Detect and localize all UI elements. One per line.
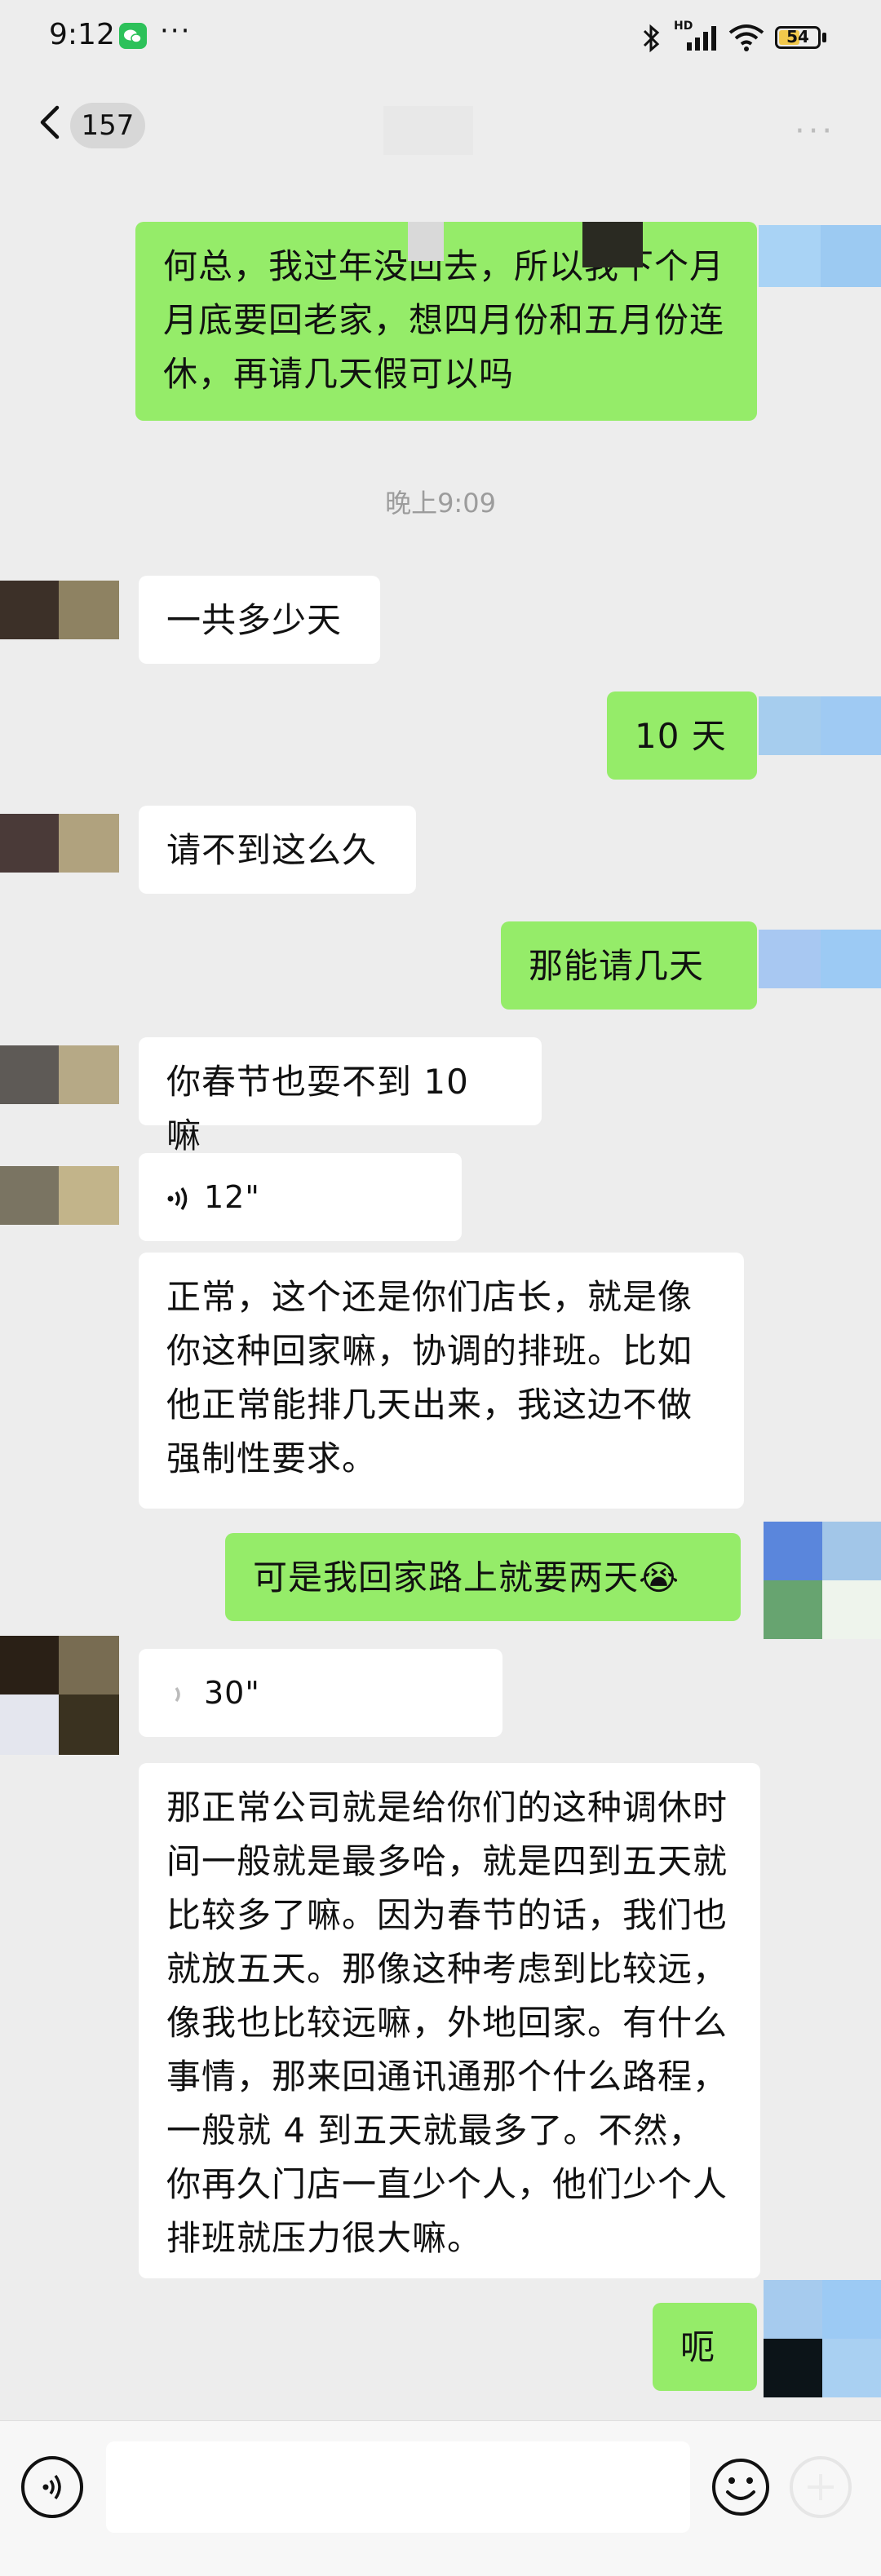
plus-icon xyxy=(808,2474,834,2500)
signal-icon xyxy=(687,26,716,51)
message-bubble-outgoing[interactable]: 可是我回家路上就要两天😭 xyxy=(225,1533,741,1621)
message-input[interactable] xyxy=(106,2441,690,2533)
avatar-contact[interactable] xyxy=(0,814,119,873)
voice-message-bubble[interactable]: 30" xyxy=(139,1649,502,1737)
voice-duration: 12" xyxy=(204,1179,260,1215)
voice-play-icon xyxy=(175,1686,180,1702)
battery-tip xyxy=(822,33,826,42)
message-bubble-outgoing[interactable]: 10 天 xyxy=(607,691,757,780)
message-text: 一共多少天 xyxy=(166,600,343,640)
message-bubble-outgoing[interactable]: 呃 xyxy=(653,2303,757,2391)
bluetooth-icon xyxy=(643,24,660,53)
back-arrow-icon[interactable] xyxy=(33,104,69,140)
voice-message-bubble[interactable]: 12" xyxy=(139,1153,462,1241)
message-text: 可是我回家路上就要两天😭 xyxy=(253,1558,680,1597)
message-text: 那正常公司就是给你们的这种调休时间一般就是最多哈，就是四到五天就比较多了嘛。因为… xyxy=(166,1787,728,2258)
message-text: 何总，我过年没回去，所以我下个月月底要回老家，想四月份和五月份连休，再请几天假可… xyxy=(163,246,725,394)
battery-percent: 54 xyxy=(786,27,809,46)
message-bubble-incoming[interactable]: 那正常公司就是给你们的这种调休时间一般就是最多哈，就是四到五天就比较多了嘛。因为… xyxy=(139,1763,760,2278)
emoji-button[interactable] xyxy=(710,2456,772,2518)
voice-duration: 30" xyxy=(204,1675,260,1711)
wechat-notification-icon xyxy=(119,23,147,49)
message-text: 那能请几天 xyxy=(529,946,705,986)
pixel-blur xyxy=(408,222,444,261)
contact-name-blurred xyxy=(383,106,473,155)
more-functions-button[interactable] xyxy=(790,2456,852,2518)
emoji-icon xyxy=(712,2459,769,2516)
message-bubble-incoming[interactable]: 你春节也耍不到 10 嘛 xyxy=(139,1037,542,1155)
avatar-self[interactable] xyxy=(759,696,881,755)
message-bubble-incoming[interactable]: 请不到这么久 xyxy=(139,806,416,894)
message-text: 呃 xyxy=(680,2327,716,2367)
avatar-self[interactable] xyxy=(759,225,881,307)
voice-input-icon xyxy=(42,2474,61,2500)
message-bubble-outgoing[interactable]: 那能请几天 xyxy=(501,921,757,1010)
avatar-contact[interactable] xyxy=(0,1636,119,1755)
avatar-self[interactable] xyxy=(759,930,881,988)
message-text: 请不到这么久 xyxy=(166,830,378,870)
message-timestamp: 晚上9:09 xyxy=(385,488,496,519)
avatar-contact[interactable] xyxy=(0,1166,119,1225)
message-text: 你春节也耍不到 10 嘛 xyxy=(166,1062,469,1155)
voice-input-button[interactable] xyxy=(21,2456,83,2518)
status-bar: 9:12 ··· HD 54 xyxy=(0,0,881,73)
unread-count-badge[interactable]: 157 xyxy=(70,103,145,148)
pixel-blur xyxy=(582,222,643,267)
avatar-contact[interactable] xyxy=(0,581,119,639)
avatar-self[interactable] xyxy=(764,2280,881,2397)
message-text: 10 天 xyxy=(635,716,727,756)
message-bubble-outgoing[interactable]: 何总，我过年没回去，所以我下个月月底要回老家，想四月份和五月份连休，再请几天假可… xyxy=(135,222,757,421)
message-bubble-incoming[interactable]: 正常，这个还是你们店长，就是像你这种回家嘛，协调的排班。比如他正常能排几天出来，… xyxy=(139,1253,744,1509)
message-text: 正常，这个还是你们店长，就是像你这种回家嘛，协调的排班。比如他正常能排几天出来，… xyxy=(166,1277,693,1478)
message-bubble-incoming[interactable]: 一共多少天 xyxy=(139,576,380,664)
voice-play-icon xyxy=(167,1186,188,1210)
avatar-self[interactable] xyxy=(764,1522,881,1639)
status-time: 9:12 xyxy=(49,18,115,51)
avatar-contact[interactable] xyxy=(0,1045,119,1104)
more-options-icon[interactable]: ··· xyxy=(795,113,835,150)
battery-indicator: 54 xyxy=(775,26,821,49)
notification-more-dots: ··· xyxy=(160,15,192,47)
wifi-icon xyxy=(728,24,764,51)
